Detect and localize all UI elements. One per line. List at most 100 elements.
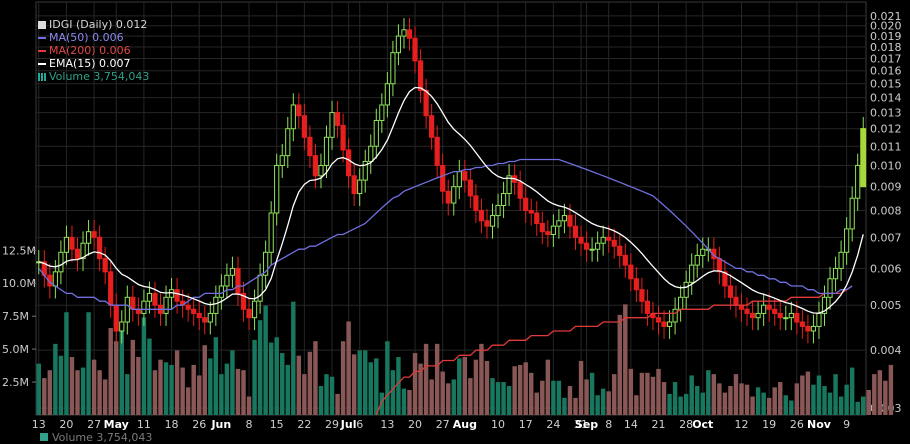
volume-bar: [318, 386, 324, 415]
volume-bar: [706, 370, 711, 415]
date-tick-label: Jun: [210, 418, 231, 431]
date-tick-label: 11: [137, 418, 151, 431]
volume-bar: [695, 386, 700, 415]
price-tick-label: 0.009: [870, 181, 902, 194]
volume-bar: [794, 383, 800, 415]
volume-bar: [612, 374, 617, 415]
volume-bar: [202, 345, 207, 415]
candle-down: [617, 245, 623, 256]
candle-up: [58, 251, 64, 273]
volume-bar: [778, 382, 783, 415]
volume-bar: [512, 366, 517, 415]
date-tick-label: 8: [605, 418, 612, 431]
candle-up: [63, 236, 70, 253]
candle-up: [561, 215, 568, 222]
candle-down: [423, 90, 429, 117]
volume-bar: [263, 305, 268, 415]
candle-up: [556, 220, 562, 227]
price-tick-label: 0.010: [870, 159, 902, 172]
volume-bar: [346, 321, 351, 415]
volume-bar: [700, 392, 705, 415]
volume-bar: [529, 372, 534, 415]
price-tick-label: 0.006: [870, 262, 902, 275]
volume-bar: [883, 380, 888, 415]
date-tick-label: Aug: [453, 418, 477, 431]
candle-up: [456, 171, 462, 188]
volume-bar: [185, 387, 191, 415]
candle-up: [213, 296, 219, 314]
volume-bar: [683, 393, 689, 415]
candle-up: [783, 317, 789, 320]
price-tick-label: 0.012: [870, 123, 902, 136]
date-tick-label: 15: [270, 418, 284, 431]
date-tick-label: 8: [246, 418, 253, 431]
price-tick-label: 0.017: [870, 53, 902, 66]
candle-down: [113, 304, 119, 332]
candle-up: [318, 164, 324, 177]
legend-ma200-swatch: [38, 49, 46, 52]
date-tick-label: 19: [762, 418, 776, 431]
date-tick-label: 20: [408, 418, 422, 431]
candle-up: [495, 204, 501, 217]
date-tick-label: 17: [519, 418, 533, 431]
candle-down: [74, 248, 81, 260]
volume-tick-label: 7.5M: [2, 310, 29, 323]
legend-volume-swatch: [38, 72, 46, 81]
date-tick-label: 26: [192, 418, 206, 431]
volume-bar: [374, 358, 379, 415]
volume-bar: [838, 396, 844, 415]
volume-bar: [672, 382, 678, 415]
candle-down: [301, 115, 307, 138]
candle-up: [700, 248, 706, 256]
candle-up: [401, 29, 407, 37]
candle-down: [633, 278, 639, 291]
volume-bar: [302, 374, 307, 415]
volume-bar: [645, 372, 650, 415]
legend-title: IDGI (Daily) 0.012: [38, 18, 149, 31]
volume-bar: [584, 379, 589, 415]
volume-bar: [64, 312, 69, 415]
candle-down: [445, 190, 451, 204]
volume-bar: [744, 384, 750, 415]
date-tick-label: 12: [735, 418, 749, 431]
volume-bar: [357, 350, 362, 415]
volume-bar: [407, 389, 412, 415]
volume-bar: [849, 367, 855, 415]
candle-up: [124, 296, 130, 323]
volume-bar: [313, 341, 318, 415]
candle-up: [489, 215, 496, 227]
volume-bar: [623, 304, 628, 415]
volume-bar: [208, 358, 213, 415]
volume-bar: [501, 382, 506, 415]
candle-down: [528, 209, 534, 214]
candle-down: [534, 212, 540, 224]
candle-down: [583, 242, 590, 250]
volume-bar: [595, 395, 600, 415]
candle-up: [755, 312, 761, 319]
candle-down: [799, 321, 805, 327]
volume-bar: [340, 341, 346, 415]
candle-down: [196, 312, 202, 319]
volume-bar: [772, 387, 777, 415]
volume-bar: [180, 367, 185, 415]
candle-down: [434, 136, 440, 166]
candle-down: [478, 209, 485, 222]
candle-up: [384, 83, 390, 106]
date-tick-label: 26: [790, 418, 804, 431]
volume-bar: [268, 342, 274, 415]
candle-up: [323, 136, 330, 166]
volume-bar: [495, 382, 501, 415]
candle-down: [517, 181, 523, 199]
volume-bar: [429, 379, 434, 415]
volume-bar: [125, 374, 130, 415]
volume-bar: [434, 343, 440, 415]
volume-bar: [822, 386, 827, 415]
candle-up: [379, 104, 385, 121]
candle-up: [52, 271, 58, 287]
volume-bar: [91, 359, 97, 415]
candle-up: [329, 112, 335, 138]
volume-bar: [390, 370, 396, 415]
candle-up: [141, 300, 147, 314]
volume-bar: [47, 370, 53, 415]
volume-bar: [75, 370, 80, 415]
